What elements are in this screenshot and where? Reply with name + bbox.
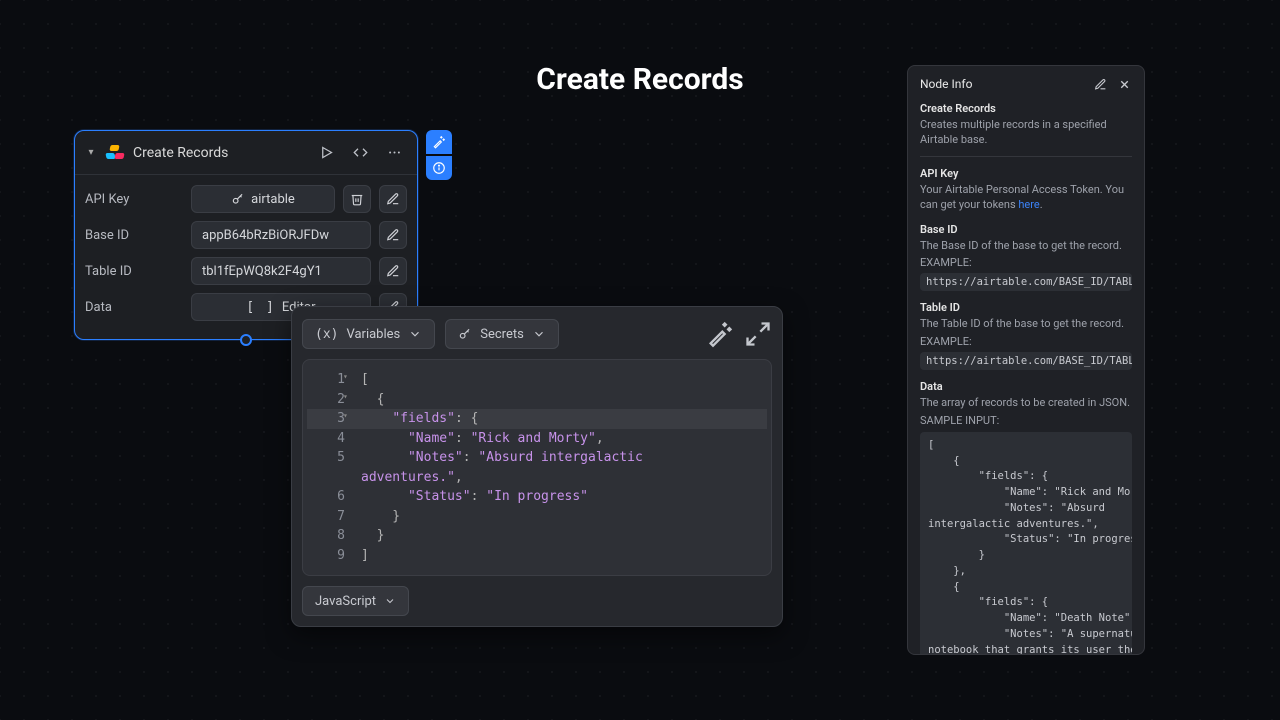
code-token: ] xyxy=(361,548,369,563)
code-token: } xyxy=(361,509,400,524)
code-token: [ xyxy=(361,372,369,387)
editor-toolbar: (x) Variables Secrets xyxy=(302,317,772,351)
code-toggle-button[interactable] xyxy=(347,140,373,166)
info-sec-apikey-title: API Key xyxy=(920,167,1132,180)
language-select[interactable]: JavaScript xyxy=(302,586,409,616)
code-textarea[interactable]: 1▾[ 2▾ { 3▾ "fields": { 4 "Name": "Rick … xyxy=(302,359,772,576)
info-header: Node Info xyxy=(920,76,1132,92)
code-token: } xyxy=(361,528,384,543)
base-id-edit-button[interactable] xyxy=(379,221,407,249)
info-sec-data-desc: The array of records to be created in JS… xyxy=(920,395,1132,410)
key-icon xyxy=(458,327,472,341)
api-key-label: API Key xyxy=(85,192,183,207)
row-table-id: Table ID tbl1fEpWQ8k2F4gY1 xyxy=(85,255,407,287)
output-handle[interactable] xyxy=(240,334,252,346)
code-token: "Notes" xyxy=(408,450,463,465)
run-button[interactable] xyxy=(313,140,339,166)
code-token: "Status" xyxy=(408,489,471,504)
code-token: "Name" xyxy=(408,431,455,446)
auto-format-button[interactable] xyxy=(706,320,734,348)
language-label: JavaScript xyxy=(315,594,376,609)
table-id-input[interactable]: tbl1fEpWQ8k2F4gY1 xyxy=(191,257,371,285)
data-label: Data xyxy=(85,300,183,315)
tokens-link[interactable]: here xyxy=(1018,198,1039,211)
code-token: "In progress" xyxy=(486,489,588,504)
info-sec-tableid-title: Table ID xyxy=(920,301,1132,314)
sample-label: SAMPLE INPUT: xyxy=(920,413,1132,428)
node-header: ▾ Create Records xyxy=(75,131,417,175)
example-label: EXAMPLE: xyxy=(920,255,1132,270)
variables-label: Variables xyxy=(346,327,400,342)
baseid-example-code: https://airtable.com/BASE_ID/TABLE_ID/VI… xyxy=(920,273,1132,291)
api-key-edit-button[interactable] xyxy=(379,185,407,213)
tableid-example-code: https://airtable.com/BASE_ID/TABLE_ID/VI… xyxy=(920,352,1132,370)
variables-dropdown[interactable]: (x) Variables xyxy=(302,319,435,349)
code-token: adventures." xyxy=(361,470,455,485)
base-id-text: appB64bRzBiORJFDw xyxy=(202,228,329,243)
info-title: Node Info xyxy=(920,77,1084,91)
info-sec-apikey-desc: Your Airtable Personal Access Token. You… xyxy=(920,182,1132,213)
info-edit-button[interactable] xyxy=(1092,76,1108,92)
chevron-down-icon xyxy=(408,327,422,341)
base-id-input[interactable]: appB64bRzBiORJFDw xyxy=(191,221,371,249)
info-sec-baseid-title: Base ID xyxy=(920,223,1132,236)
example-label: EXAMPLE: xyxy=(920,334,1132,349)
code-editor-panel: (x) Variables Secrets 1▾[ 2▾ { 3▾ "field… xyxy=(291,306,783,627)
info-sec-create-desc: Creates multiple records in a specified … xyxy=(920,117,1132,148)
airtable-logo-icon xyxy=(105,143,125,163)
editor-footer: JavaScript xyxy=(302,586,772,616)
node-title: Create Records xyxy=(133,145,305,161)
key-icon xyxy=(231,192,245,206)
info-sec-tableid-desc: The Table ID of the base to get the reco… xyxy=(920,316,1132,331)
info-sec-baseid-desc: The Base ID of the base to get the recor… xyxy=(920,238,1132,253)
info-sec-data-title: Data xyxy=(920,380,1132,393)
more-menu-button[interactable] xyxy=(381,140,407,166)
info-sec-create-title: Create Records xyxy=(920,102,1132,115)
secrets-dropdown[interactable]: Secrets xyxy=(445,319,559,349)
sample-input-code: [ { "fields": { "Name": "Rick and Morty"… xyxy=(920,432,1132,655)
code-token: { xyxy=(361,392,384,407)
expand-button[interactable] xyxy=(744,320,772,348)
code-token: "Rick and Morty" xyxy=(471,431,596,446)
side-button-group xyxy=(426,130,452,180)
base-id-label: Base ID xyxy=(85,228,183,243)
magic-wand-button[interactable] xyxy=(426,130,452,154)
table-id-label: Table ID xyxy=(85,264,183,279)
divider xyxy=(920,156,1132,157)
row-base-id: Base ID appB64bRzBiORJFDw xyxy=(85,219,407,251)
code-token: "fields" xyxy=(392,411,455,426)
variable-icon: (x) xyxy=(315,327,338,342)
api-key-value[interactable]: airtable xyxy=(191,185,335,213)
secrets-label: Secrets xyxy=(480,327,524,342)
table-id-edit-button[interactable] xyxy=(379,257,407,285)
info-panel: Node Info Create Records Creates multipl… xyxy=(907,65,1145,655)
table-id-text: tbl1fEpWQ8k2F4gY1 xyxy=(202,264,322,279)
collapse-icon[interactable]: ▾ xyxy=(85,147,97,158)
api-key-delete-button[interactable] xyxy=(343,185,371,213)
brackets-icon: [ ] xyxy=(246,300,275,315)
chevron-down-icon xyxy=(532,327,546,341)
chevron-down-icon xyxy=(384,595,396,607)
info-close-button[interactable] xyxy=(1116,76,1132,92)
api-key-text: airtable xyxy=(251,192,295,207)
row-api-key: API Key airtable xyxy=(85,183,407,215)
code-token: "Absurd intergalactic xyxy=(478,450,642,465)
info-button[interactable] xyxy=(426,156,452,180)
